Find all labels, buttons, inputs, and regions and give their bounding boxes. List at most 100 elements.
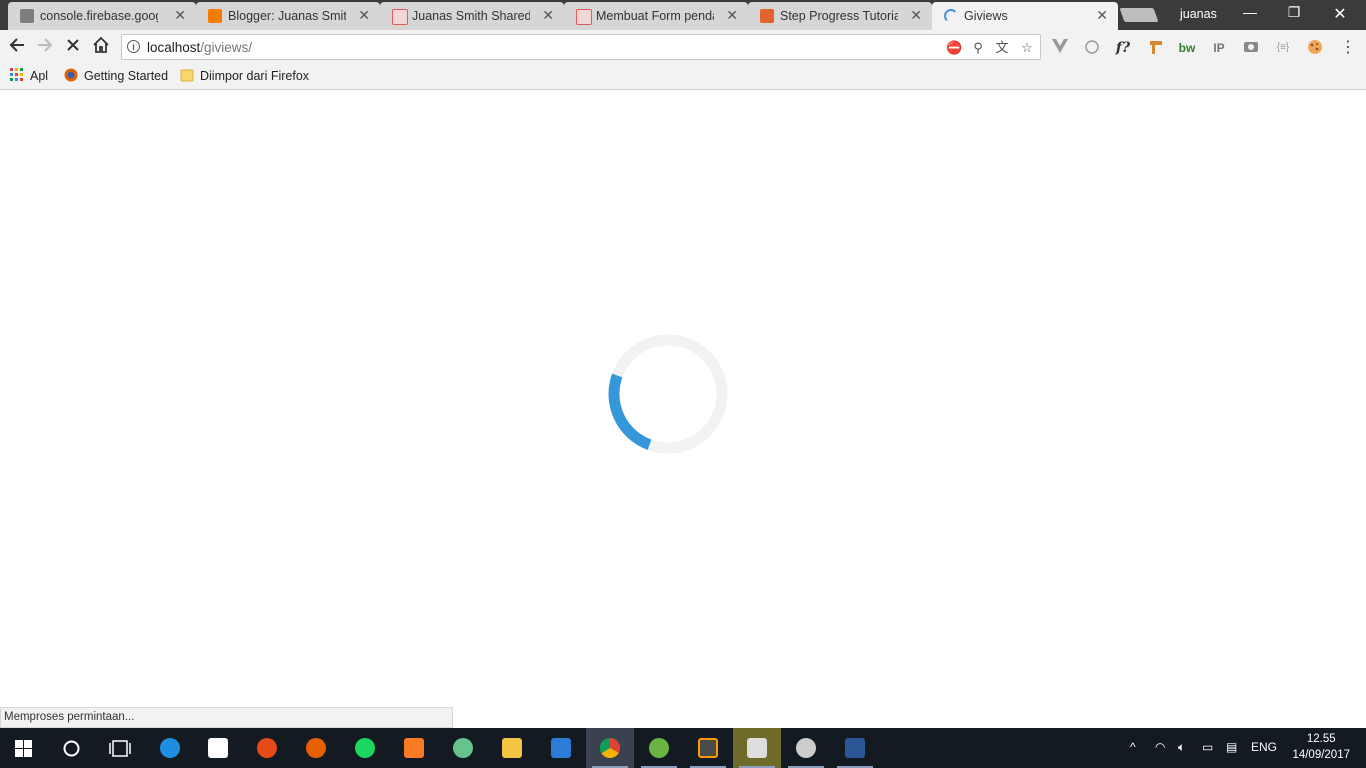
task-view-icon [109,740,131,757]
tab-giviews[interactable]: Giviews ✕ [932,2,1118,30]
firefox-icon [306,738,326,758]
store-icon [208,738,228,758]
tab-juanas-smith-shared[interactable]: Juanas Smith Shared ✕ [380,2,564,30]
firefox-icon [64,68,78,85]
tab-close-icon[interactable]: ✕ [542,7,554,24]
url-text[interactable]: localhost/giviews/ [147,40,252,55]
back-button[interactable] [6,36,28,58]
store-app[interactable] [194,728,242,768]
star-icon[interactable]: ☆ [1019,40,1035,56]
task-view-button[interactable] [96,728,144,768]
clock[interactable]: 12.55 14/09/2017 [1292,731,1350,763]
title-bar: console.firebase.google. ✕ Blogger: Juan… [0,0,1366,30]
search-button[interactable] [48,728,96,768]
tab-close-icon[interactable]: ✕ [1096,7,1108,24]
tab-label: Juanas Smith Shared [412,9,530,23]
blogger-favicon-icon [208,9,222,23]
blocked-content-icon[interactable]: ⛔ [946,40,962,56]
fquery-icon[interactable]: f? [1114,39,1132,57]
tab-close-icon[interactable]: ✕ [726,7,738,24]
tab-label: Giviews [964,9,1008,23]
folder-icon [502,738,522,758]
taskbar: ^ ◠ 🔈︎ ▭ ▤ ENG 12.55 14/09/2017 [0,728,1366,768]
paint-app[interactable] [243,728,291,768]
android-studio-app[interactable] [635,728,683,768]
paint-icon [257,738,277,758]
clock-date: 14/09/2017 [1292,749,1350,761]
stop-button[interactable] [62,36,84,58]
davinci-icon [796,738,816,758]
spotify-app[interactable] [341,728,389,768]
word-icon [845,738,865,758]
bookmark-folder-firefox[interactable]: Diimpor dari Firefox [180,68,309,85]
chrome-app[interactable] [586,728,634,768]
circle-icon[interactable] [1083,39,1101,57]
tab-label: Membuat Form pendaf [596,9,714,23]
arrow-left-icon [9,38,24,52]
ip-icon[interactable]: IP [1210,39,1228,57]
action-center-icon[interactable]: ▤ [1226,740,1237,754]
camera-icon[interactable] [1242,39,1260,57]
arrow-right-icon [38,38,53,52]
atom-app[interactable] [439,728,487,768]
close-icon [67,39,79,51]
tab-firebase-console[interactable]: console.firebase.google. ✕ [8,2,196,30]
info-icon[interactable]: i [127,40,140,53]
battery-icon[interactable]: ▭ [1202,740,1213,754]
start-button[interactable] [0,728,48,768]
edge-app[interactable] [146,728,194,768]
language-indicator[interactable]: ENG [1251,740,1277,754]
new-tab-button[interactable] [1119,8,1159,22]
tab-close-icon[interactable]: ✕ [174,7,186,24]
forward-button[interactable] [34,36,56,58]
volume-icon[interactable]: 🔈︎ [1178,740,1185,755]
key-icon[interactable]: ⚲ [970,40,986,56]
wifi-icon[interactable]: ◠ [1155,740,1165,754]
firebase-favicon-icon [20,9,34,23]
tab-label: console.firebase.google. [40,9,158,23]
profile-name[interactable]: juanas [1180,7,1217,21]
sublime-icon [698,738,718,758]
menu-dots-icon[interactable]: ⋮ [1339,39,1357,57]
bookmark-apps[interactable]: Apl [10,68,48,85]
edge-icon [160,738,180,758]
spotify-icon [355,738,375,758]
cortana-icon [63,740,80,757]
address-bar[interactable]: i localhost/giviews/ ⛔ ⚲ 文 ☆ [121,34,1041,60]
translate-icon[interactable]: 文 [994,40,1010,56]
tab-membuat-form[interactable]: Membuat Form pendaf ✕ [564,2,748,30]
code-favicon-icon [576,9,592,25]
home-button[interactable] [90,36,112,58]
bookmark-label: Diimpor dari Firefox [200,68,310,83]
bookmark-getting-started[interactable]: Getting Started [64,68,168,85]
tab-label: Blogger: Juanas Smith [228,9,346,23]
status-bar: Memproses permintaan... [0,707,453,728]
davinci-app[interactable] [782,728,830,768]
loading-spinner [608,334,728,454]
sublime-app[interactable] [684,728,732,768]
bw-icon[interactable]: bw [1178,39,1196,57]
code-favicon-icon [392,9,408,25]
firefox-app[interactable] [292,728,340,768]
hammer-icon[interactable] [1147,39,1165,57]
spinner-arc [608,373,652,450]
file-explorer-app[interactable] [488,728,536,768]
cookie-icon[interactable] [1306,39,1324,57]
tab-step-progress[interactable]: Step Progress Tutorial ✕ [748,2,932,30]
tab-blogger[interactable]: Blogger: Juanas Smith ✕ [196,2,380,30]
photo-icon [551,738,571,758]
json-icon[interactable]: {≡} [1274,39,1292,57]
show-hidden-icons-button[interactable]: ^ [1130,740,1136,754]
minimize-button[interactable]: — [1230,4,1270,24]
restore-button[interactable]: ❐ [1274,4,1314,24]
url-path: /giviews/ [200,40,253,55]
xampp-app[interactable] [390,728,438,768]
vuejs-icon[interactable] [1051,39,1069,57]
tab-close-icon[interactable]: ✕ [910,7,922,24]
word-app[interactable] [831,728,879,768]
tab-close-icon[interactable]: ✕ [358,7,370,24]
windows-logo-icon [15,740,32,757]
movie-maker-app[interactable] [733,728,781,768]
close-window-button[interactable]: ✕ [1320,4,1360,24]
photo-app[interactable] [537,728,585,768]
